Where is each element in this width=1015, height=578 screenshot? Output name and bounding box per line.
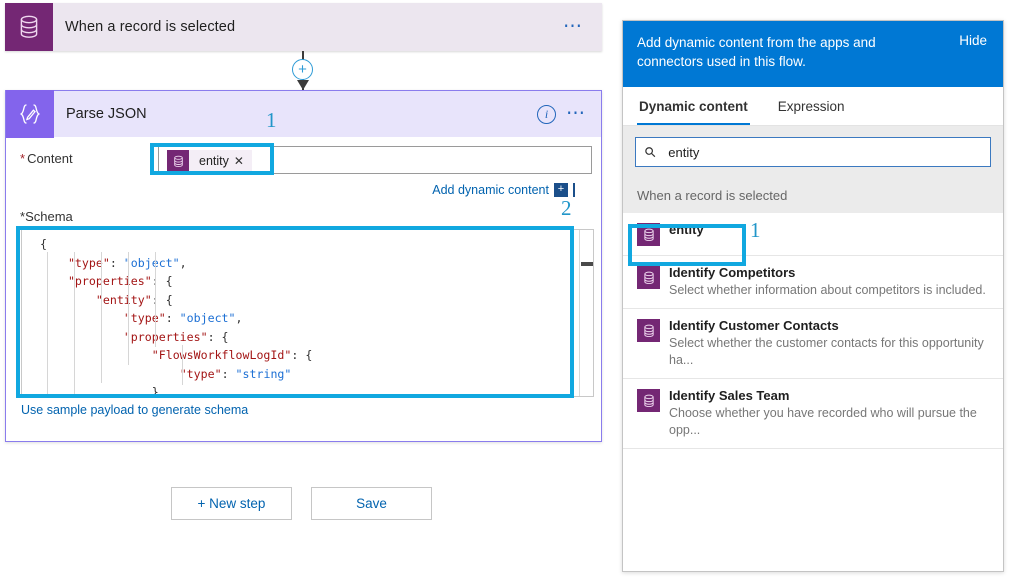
action-menu-ellipsis-icon[interactable]: ⋯ xyxy=(566,104,587,123)
banner-text: Add dynamic content from the apps and co… xyxy=(637,35,876,69)
parse-json-header[interactable]: Parse JSON i ⋯ xyxy=(6,90,601,138)
info-icon[interactable]: i xyxy=(537,104,556,124)
list-item[interactable]: entity xyxy=(623,213,1003,256)
trigger-card[interactable]: When a record is selected ⋯ xyxy=(5,3,602,51)
flow-connector: + xyxy=(288,51,318,91)
list-item-title: entity xyxy=(669,222,704,237)
flow-designer-canvas: When a record is selected ⋯ + Parse JSON xyxy=(0,0,612,578)
indent-guide xyxy=(101,252,102,383)
schema-scrollbar-thumb[interactable] xyxy=(581,262,593,266)
dynamic-content-tabs: Dynamic content Expression xyxy=(623,87,1003,126)
list-item-title: Identify Customer Contacts xyxy=(669,318,839,333)
list-item-title: Identify Sales Team xyxy=(669,388,790,403)
list-item-title: Identify Competitors xyxy=(669,265,796,280)
list-item-description: Select whether information about competi… xyxy=(669,283,986,297)
annotation-number-1-panel: 1 xyxy=(750,218,761,242)
indent-guide xyxy=(74,252,75,396)
token-label: entity xyxy=(199,154,229,168)
parse-json-card: Parse JSON i ⋯ * Content entity ✕ Add dy… xyxy=(5,90,602,442)
insert-step-plus-icon[interactable]: + xyxy=(292,59,313,80)
indent-guide xyxy=(128,252,129,365)
text-caret xyxy=(573,183,575,197)
action-header-actions: i ⋯ xyxy=(537,91,601,137)
dynamic-content-panel: Add dynamic content from the apps and co… xyxy=(622,20,1004,572)
search-box[interactable]: ⚲ xyxy=(635,137,991,167)
schema-editor[interactable]: { "type": "object", "properties": { "ent… xyxy=(21,229,594,397)
trigger-menu-ellipsis-icon[interactable]: ⋯ xyxy=(563,17,602,36)
list-item[interactable]: Identify Customer Contacts Select whethe… xyxy=(623,309,1003,379)
close-icon[interactable]: ✕ xyxy=(234,154,252,168)
entity-token-chip[interactable]: entity ✕ xyxy=(167,150,252,172)
annotation-number-1: 1 xyxy=(266,108,277,132)
connector-arrow-icon xyxy=(296,80,309,90)
tab-expression[interactable]: Expression xyxy=(776,87,847,125)
search-input[interactable] xyxy=(666,143,981,161)
indent-guide xyxy=(155,252,156,347)
dynamic-content-group-header: When a record is selected xyxy=(623,179,1003,213)
dynamic-content-banner: Add dynamic content from the apps and co… xyxy=(623,21,1003,87)
add-dynamic-content-row[interactable]: Add dynamic content + xyxy=(432,183,575,197)
database-icon xyxy=(637,266,660,289)
use-sample-payload-link[interactable]: Use sample payload to generate schema xyxy=(21,403,248,417)
annotation-number-2: 2 xyxy=(561,196,572,220)
tab-dynamic-content[interactable]: Dynamic content xyxy=(637,87,750,125)
schema-code[interactable]: { "type": "object", "properties": { "ent… xyxy=(22,230,593,396)
plus-box-icon[interactable]: + xyxy=(554,183,568,197)
search-icon: ⚲ xyxy=(640,142,660,162)
parse-json-braces-icon xyxy=(6,90,54,138)
schema-scrollbar[interactable] xyxy=(579,230,593,396)
app-root: When a record is selected ⋯ + Parse JSON xyxy=(0,0,1015,578)
indent-guide xyxy=(47,252,48,396)
add-dynamic-content-link[interactable]: Add dynamic content xyxy=(432,183,549,197)
indent-guide xyxy=(182,345,183,385)
database-icon xyxy=(5,3,53,51)
schema-field-label: *Schema xyxy=(20,209,73,224)
trigger-title: When a record is selected xyxy=(65,19,236,35)
list-item-description: Choose whether you have recorded who wil… xyxy=(669,406,977,437)
list-item[interactable]: Identify Sales Team Choose whether you h… xyxy=(623,379,1003,449)
list-item-description: Select whether the customer contacts for… xyxy=(669,336,984,367)
database-icon xyxy=(167,150,189,172)
search-area: ⚲ xyxy=(623,126,1003,179)
database-icon xyxy=(637,223,660,246)
save-button[interactable]: Save xyxy=(311,487,432,520)
database-icon xyxy=(637,319,660,342)
required-marker: * xyxy=(20,151,26,166)
content-field-label: * Content xyxy=(20,151,73,166)
dynamic-content-list: entity Identify Competitors Select wheth… xyxy=(623,213,1003,571)
list-item[interactable]: Identify Competitors Select whether info… xyxy=(623,256,1003,309)
new-step-button[interactable]: + New step xyxy=(171,487,292,520)
content-input[interactable]: entity ✕ xyxy=(158,146,592,174)
hide-panel-button[interactable]: Hide xyxy=(959,33,987,48)
database-icon xyxy=(637,389,660,412)
action-title: Parse JSON xyxy=(66,106,147,122)
